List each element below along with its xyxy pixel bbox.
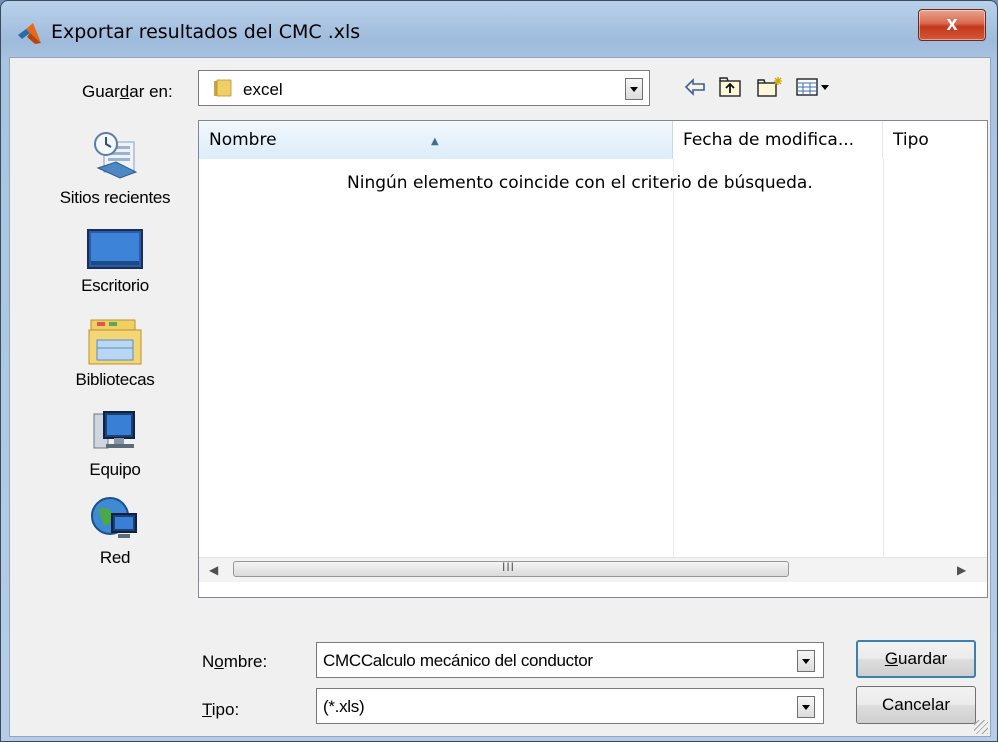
place-recent-sites[interactable]: Sitios recientes	[40, 128, 190, 208]
filename-input[interactable]: CMCCalculo mecánico del conductor	[316, 642, 824, 678]
new-folder-icon[interactable]	[756, 74, 784, 100]
up-folder-icon[interactable]	[718, 74, 742, 100]
horizontal-scrollbar[interactable]: ◀ III ▶	[199, 557, 987, 582]
title-bar[interactable]: Exportar resultados del CMC .xls x	[1, 1, 997, 57]
scroll-left-icon[interactable]: ◀	[209, 563, 218, 577]
column-header-type[interactable]: Tipo	[883, 121, 987, 159]
place-desktop[interactable]: Escritorio	[40, 228, 190, 296]
dialog-client-area: Guardar en: excel Sitios recientes Escri…	[9, 57, 991, 737]
folder-icon	[214, 79, 232, 97]
matlab-icon	[18, 23, 41, 44]
window-title: Exportar resultados del CMC .xls	[51, 21, 361, 43]
view-menu-icon[interactable]	[796, 74, 832, 100]
dialog-window: Exportar resultados del CMC .xls x Guard…	[0, 0, 998, 742]
filename-value: CMCCalculo mecánico del conductor	[323, 651, 593, 670]
filetype-select[interactable]: (*.xls)	[316, 688, 824, 724]
list-header: Nombre ▲ Fecha de modifica... Tipo	[199, 121, 987, 159]
place-network[interactable]: Red	[40, 494, 190, 568]
network-icon	[91, 497, 137, 538]
libraries-icon	[88, 319, 142, 365]
chevron-down-icon[interactable]	[797, 696, 815, 718]
column-header-name[interactable]: Nombre ▲	[199, 121, 673, 159]
back-arrow-icon[interactable]	[684, 74, 706, 100]
computer-icon	[93, 411, 135, 449]
desktop-icon	[87, 229, 143, 269]
column-header-date[interactable]: Fecha de modifica...	[673, 121, 883, 159]
filename-label: Nombre:	[202, 652, 268, 671]
save-in-value: excel	[243, 80, 283, 99]
place-libraries[interactable]: Bibliotecas	[40, 318, 190, 390]
empty-message: Ningún elemento coincide con el criterio…	[347, 173, 813, 193]
save-in-label: Guardar en:	[82, 82, 173, 101]
file-list[interactable]: Nombre ▲ Fecha de modifica... Tipo Ningú…	[198, 120, 988, 598]
column-divider	[883, 159, 884, 557]
close-button[interactable]: x	[918, 9, 986, 41]
chevron-down-icon[interactable]	[797, 650, 815, 672]
scroll-grip: III	[502, 560, 516, 574]
filetype-label: Tipo:	[202, 700, 240, 719]
resize-grip[interactable]	[974, 720, 988, 734]
cancel-button[interactable]: Cancelar	[856, 686, 976, 724]
chevron-down-icon[interactable]	[625, 78, 643, 100]
sort-ascending-icon: ▲	[431, 136, 439, 147]
recent-places-icon	[94, 132, 138, 179]
save-button[interactable]: Guardar	[856, 640, 976, 678]
filetype-value: (*.xls)	[323, 697, 365, 716]
scroll-right-icon[interactable]: ▶	[957, 563, 966, 577]
place-computer[interactable]: Equipo	[40, 408, 190, 480]
column-divider	[673, 159, 674, 557]
scrollbar-thumb[interactable]: III	[233, 560, 789, 577]
save-in-dropdown[interactable]: excel	[198, 70, 650, 106]
